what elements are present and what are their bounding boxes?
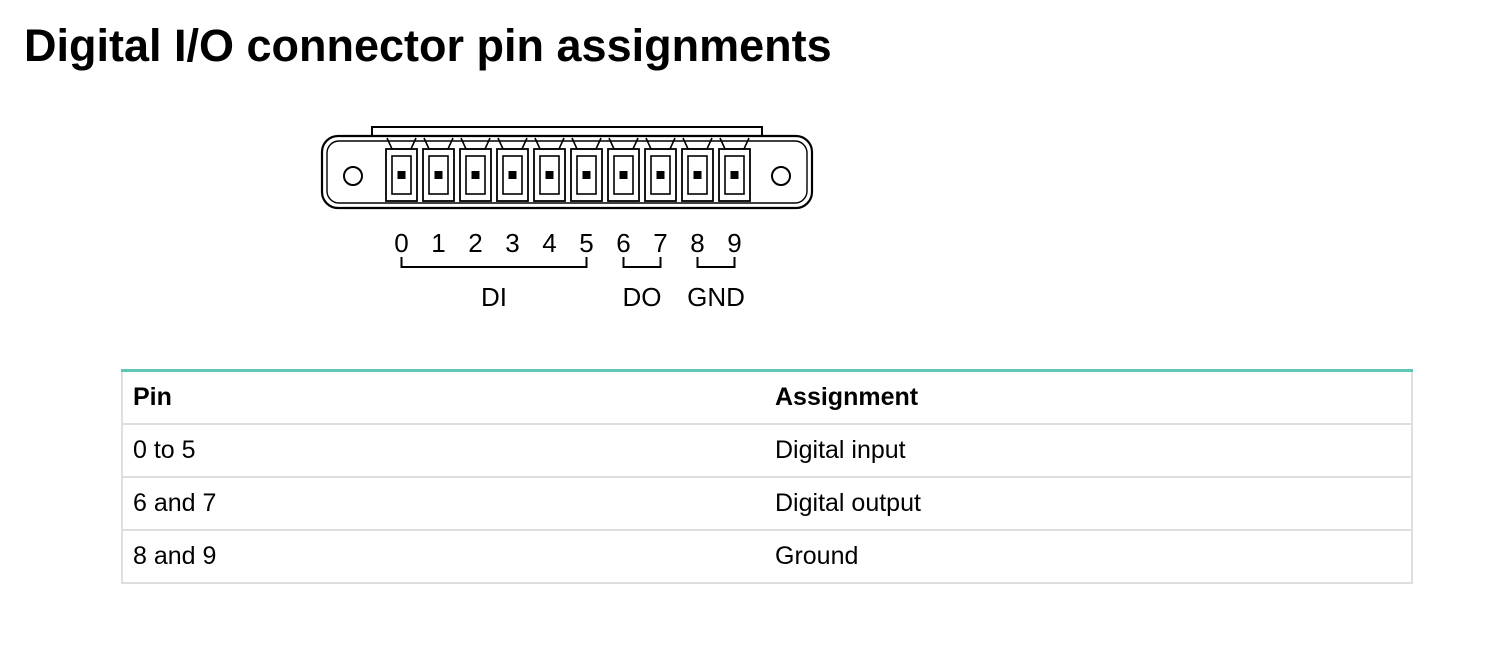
pin-release-tab xyxy=(719,137,750,150)
pin-number-labels: 0123456789 xyxy=(394,228,741,258)
pin-group-label: GND xyxy=(687,282,745,312)
pin-number-label: 6 xyxy=(616,228,630,258)
pin-release-tab xyxy=(534,137,565,150)
pin-contact xyxy=(397,171,406,179)
pin-release-tab xyxy=(571,137,602,150)
pin-group-label: DO xyxy=(623,282,662,312)
pin-number-label: 3 xyxy=(505,228,519,258)
connector-diagram: 0123456789 DI DO GND xyxy=(0,0,1510,340)
pin-release-tab xyxy=(497,137,528,150)
pin-number-label: 9 xyxy=(727,228,741,258)
pin-assignment-table: Pin Assignment 0 to 5 Digital input 6 an… xyxy=(121,369,1413,584)
pin-contact xyxy=(730,171,739,179)
pin-slot xyxy=(533,137,566,202)
pin-slot xyxy=(607,137,640,202)
pin-slot xyxy=(385,137,418,202)
pin-slot xyxy=(681,137,714,202)
pin-slot xyxy=(644,137,677,202)
pin-number-label: 2 xyxy=(468,228,482,258)
pin-contact xyxy=(545,171,554,179)
pin-group-bracket xyxy=(696,257,736,268)
pin-slot xyxy=(570,137,603,202)
table-header-row: Pin Assignment xyxy=(122,370,1412,425)
pin-slot xyxy=(718,137,751,202)
pin-slots xyxy=(385,137,751,202)
assignment-column-header: Assignment xyxy=(765,370,1412,425)
pin-cell: 6 and 7 xyxy=(122,477,765,531)
pin-contact xyxy=(656,171,665,179)
connector-illustration: 0123456789 DI DO GND xyxy=(320,126,814,312)
assignment-cell: Digital input xyxy=(765,424,1412,478)
pin-cell: 8 and 9 xyxy=(122,530,765,584)
pin-contact xyxy=(693,171,702,179)
pin-contact xyxy=(434,171,443,179)
pin-release-tab xyxy=(460,137,491,150)
table-row: 8 and 9 Ground xyxy=(122,530,1412,584)
pin-release-tab xyxy=(682,137,713,150)
pin-group-label: DI xyxy=(481,282,507,312)
table-row: 6 and 7 Digital output xyxy=(122,477,1412,531)
pin-release-tab xyxy=(386,137,417,150)
pin-number-label: 0 xyxy=(394,228,408,258)
pin-number-label: 8 xyxy=(690,228,704,258)
pin-release-tab xyxy=(645,137,676,150)
assignment-cell: Digital output xyxy=(765,477,1412,531)
pin-slot xyxy=(459,137,492,202)
pin-column-header: Pin xyxy=(122,370,765,425)
pin-slot xyxy=(496,137,529,202)
pin-number-label: 1 xyxy=(431,228,445,258)
pin-number-label: 7 xyxy=(653,228,667,258)
pin-group-brackets: DI DO GND xyxy=(400,257,745,312)
pin-contact xyxy=(508,171,517,179)
assignment-cell: Ground xyxy=(765,530,1412,584)
pin-contact xyxy=(582,171,591,179)
pin-release-tab xyxy=(608,137,639,150)
pin-contact xyxy=(471,171,480,179)
table-row: 0 to 5 Digital input xyxy=(122,424,1412,478)
left-mounting-hole xyxy=(343,166,363,186)
pin-slot xyxy=(422,137,455,202)
pin-release-tab xyxy=(423,137,454,150)
pin-number-label: 4 xyxy=(542,228,556,258)
pin-number-label: 5 xyxy=(579,228,593,258)
pin-contact xyxy=(619,171,628,179)
right-mounting-hole xyxy=(771,166,791,186)
pin-cell: 0 to 5 xyxy=(122,424,765,478)
pin-group-bracket xyxy=(622,257,662,268)
pin-group-bracket xyxy=(400,257,588,268)
